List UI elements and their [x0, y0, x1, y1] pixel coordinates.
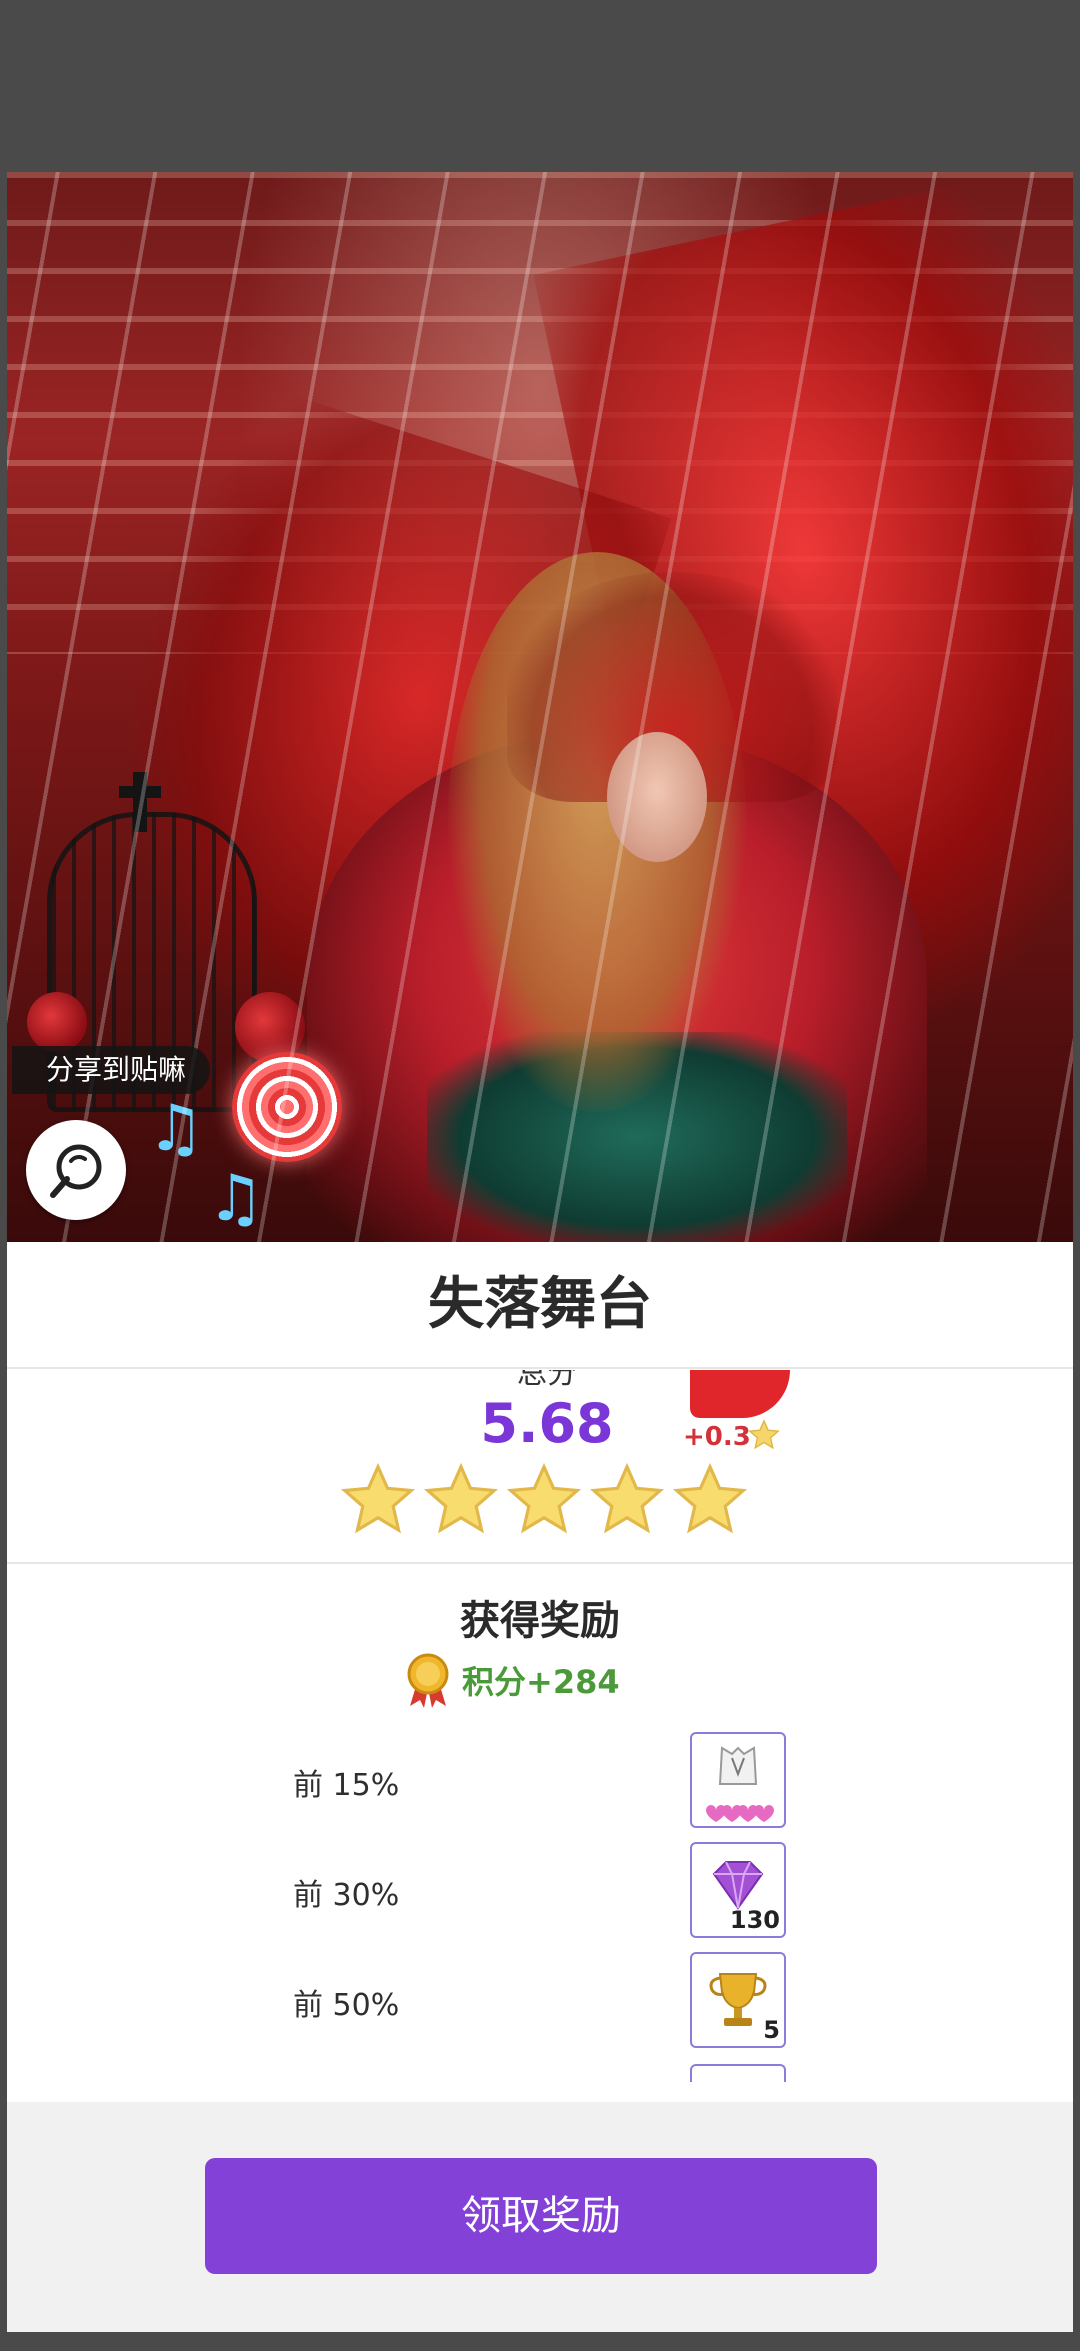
bonus-badge-icon	[690, 1370, 790, 1418]
reward-item[interactable]	[690, 1732, 786, 1828]
claim-reward-button[interactable]: 领取奖励	[205, 2158, 877, 2274]
reward-count: 5	[763, 2016, 780, 2044]
share-label[interactable]: 分享到贴嘛	[12, 1046, 211, 1094]
tier-label: 前 50%	[293, 1988, 400, 2023]
medal-icon	[407, 1653, 449, 1708]
rating-stars	[340, 1462, 750, 1542]
star-icon	[423, 1462, 499, 1534]
points-reward: 积分+284	[402, 1652, 620, 1708]
star-icon	[748, 1419, 780, 1450]
score-label: 总分	[517, 1370, 577, 1391]
result-panel: 失落舞台 总分 5.68 +0.3 获得奖励 积分+284 前 15% 前 30…	[7, 1242, 1073, 2102]
bonus-value: +0.3	[683, 1422, 751, 1452]
search-share-icon	[50, 1144, 102, 1198]
reward-item[interactable]: 130	[690, 1842, 786, 1938]
star-icon	[672, 1462, 748, 1534]
top-bar	[0, 0, 1080, 172]
reward-count: 130	[729, 1906, 780, 1934]
points-text: 积分+284	[462, 1663, 620, 1701]
bottom-bar	[0, 2332, 1080, 2351]
reward-title: 获得奖励	[460, 1598, 620, 1644]
star-icon	[340, 1462, 416, 1534]
star-icon	[506, 1462, 582, 1534]
footer: 领取奖励	[7, 2102, 1073, 2332]
divider	[7, 1562, 1073, 1564]
score-value: 5.68	[480, 1392, 614, 1455]
tier-label: 前 15%	[293, 1768, 400, 1803]
divider	[7, 1367, 1073, 1369]
share-button[interactable]	[26, 1120, 126, 1220]
tier-label: 前 30%	[293, 1878, 400, 1913]
outfit-piece-icon	[706, 1746, 774, 1822]
star-icon	[589, 1462, 665, 1534]
page-title: 失落舞台	[428, 1272, 652, 1337]
reward-item[interactable]: 5	[690, 1952, 786, 2048]
reward-item[interactable]	[690, 2064, 786, 2082]
